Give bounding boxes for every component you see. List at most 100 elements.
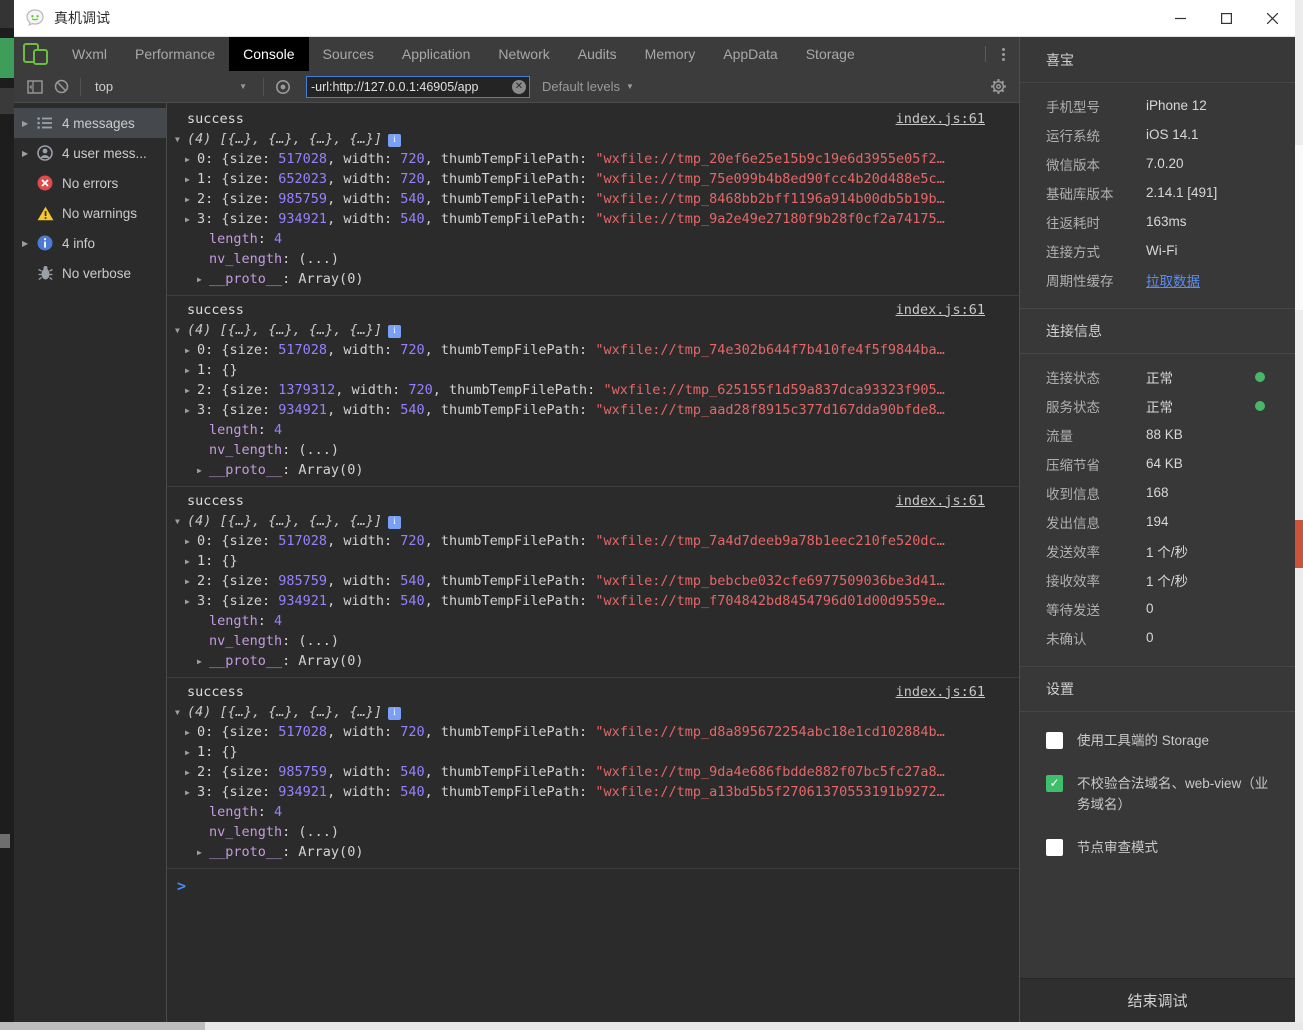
eye-icon[interactable] (270, 75, 296, 99)
getter-ellipsis[interactable]: (...) (298, 442, 339, 458)
console-token: "wxfile://tmp_bebcbe032cfe6977509036be3d… (595, 573, 945, 589)
info-value: 163ms (1146, 214, 1187, 229)
collapse-toggle-icon[interactable]: ▼ (175, 512, 187, 532)
minimize-button[interactable] (1157, 0, 1203, 36)
clear-console-icon[interactable] (48, 75, 74, 99)
expand-arrow-icon[interactable]: ▶ (197, 270, 209, 290)
settings-checkbox[interactable] (1046, 838, 1063, 856)
divider (985, 46, 986, 62)
clear-filter-icon[interactable]: ✕ (512, 79, 526, 94)
more-options-icon[interactable] (998, 44, 1009, 65)
dock-side-icon[interactable] (22, 75, 48, 99)
expand-arrow-icon[interactable]: ▶ (185, 763, 197, 783)
console-token: nv_length (209, 824, 283, 840)
tab-audits[interactable]: Audits (564, 37, 631, 71)
console-token: "wxfile://tmp_75e099b4b8ed90fcc4b20d488e… (595, 171, 945, 187)
getter-ellipsis[interactable]: (...) (298, 251, 339, 267)
console-token: 934921 (278, 402, 328, 418)
background-fragment (0, 834, 10, 848)
fetch-data-link[interactable]: 拉取数据 (1146, 270, 1200, 290)
expand-arrow-icon[interactable]: ▶ (185, 190, 197, 210)
console-token: 517028 (278, 724, 328, 740)
console-token: : (282, 251, 299, 267)
info-value: iPhone 12 (1146, 98, 1207, 113)
sidebar-filter-error[interactable]: No errors (14, 168, 166, 198)
console-group: success index.js:61 ▼ (4) [{…}, {…}, {…}, {… (167, 296, 1019, 487)
expand-arrow-icon[interactable]: ▶ (185, 723, 197, 743)
settings-gear-icon[interactable] (985, 75, 1011, 99)
status-dot-green (1255, 371, 1265, 382)
collapse-toggle-icon[interactable]: ▼ (175, 130, 187, 150)
console-log-area: success index.js:61 ▼ (4) [{…}, {…}, {…}, {… (167, 103, 1019, 1022)
info-row: 连接状态 正常 (1020, 362, 1295, 391)
expand-arrow-icon[interactable]: ▶ (185, 341, 197, 361)
console-token: 652023 (278, 171, 328, 187)
sidebar-filter-info[interactable]: ▶ 4 info (14, 228, 166, 258)
collapse-toggle-icon[interactable]: ▼ (175, 321, 187, 341)
expand-arrow-icon[interactable]: ▶ (185, 552, 197, 572)
expand-arrow-icon[interactable]: ▶ (185, 170, 197, 190)
context-selector[interactable]: top ▼ (87, 79, 257, 94)
divider (263, 77, 264, 96)
console-token: {size: (221, 573, 279, 589)
expand-arrow-icon[interactable]: ▶ (185, 572, 197, 592)
expand-arrow-icon[interactable]: ▶ (185, 361, 197, 381)
console-source-link[interactable]: index.js:61 (896, 111, 985, 127)
expand-arrow-icon[interactable]: ▶ (22, 239, 36, 248)
title-bar: 真机调试 (14, 0, 1295, 37)
sidebar-filter-warning[interactable]: No warnings (14, 198, 166, 228)
tab-memory[interactable]: Memory (631, 37, 710, 71)
expand-arrow-icon[interactable]: ▶ (185, 150, 197, 170)
tab-storage[interactable]: Storage (792, 37, 869, 71)
maximize-button[interactable] (1203, 0, 1249, 36)
expand-arrow-icon[interactable]: ▶ (185, 783, 197, 803)
array-item-row: ▶ 1: {} (167, 742, 1019, 762)
expand-arrow-icon[interactable]: ▶ (22, 119, 36, 128)
filter-input[interactable] (307, 79, 512, 94)
expand-arrow-icon[interactable]: ▶ (22, 149, 36, 158)
log-levels-dropdown[interactable]: Default levels ▼ (542, 79, 634, 94)
tab-console[interactable]: Console (229, 37, 309, 71)
sidebar-filter-list[interactable]: ▶ 4 messages (14, 108, 166, 138)
console-token: , width: (327, 784, 401, 800)
devtools-tab-bar: Wxml Performance Console Sources Application… (14, 37, 1019, 71)
expand-arrow-icon[interactable]: ▶ (197, 843, 209, 863)
console-source-link[interactable]: index.js:61 (896, 493, 985, 509)
close-button[interactable] (1249, 0, 1295, 36)
console-token: 4 (274, 804, 283, 820)
settings-checkbox[interactable]: ✓ (1046, 774, 1063, 792)
tab-sources[interactable]: Sources (309, 37, 388, 71)
end-debug-button[interactable]: 结束调试 (1020, 978, 1295, 1022)
tab-wxml[interactable]: Wxml (58, 37, 121, 71)
sidebar-filter-bug[interactable]: No verbose (14, 258, 166, 288)
expand-arrow-icon[interactable]: ▶ (185, 592, 197, 612)
array-length-row: length: 4 (167, 420, 1019, 440)
console-token: , thumbTempFilePath: (424, 724, 596, 740)
sidebar-filter-user[interactable]: ▶ 4 user mess... (14, 138, 166, 168)
expand-arrow-icon[interactable]: ▶ (185, 401, 197, 421)
console-token: {} (221, 362, 238, 378)
getter-ellipsis[interactable]: (...) (298, 633, 339, 649)
tab-application[interactable]: Application (388, 37, 485, 71)
console-token: 517028 (278, 533, 328, 549)
console-token: {size: (221, 211, 279, 227)
console-token: , width: (327, 724, 401, 740)
expand-arrow-icon[interactable]: ▶ (185, 743, 197, 763)
expand-arrow-icon[interactable]: ▶ (197, 461, 209, 481)
expand-arrow-icon[interactable]: ▶ (185, 532, 197, 552)
expand-arrow-icon[interactable]: ▶ (185, 210, 197, 230)
tab-network[interactable]: Network (484, 37, 563, 71)
console-token: Array(0) (298, 462, 364, 478)
console-prompt[interactable]: > (167, 877, 1019, 895)
tab-performance[interactable]: Performance (121, 37, 229, 71)
console-source-link[interactable]: index.js:61 (896, 684, 985, 700)
console-source-link[interactable]: index.js:61 (896, 302, 985, 318)
getter-ellipsis[interactable]: (...) (298, 824, 339, 840)
tab-appdata[interactable]: AppData (709, 37, 791, 71)
info-row: 运行系统 iOS 14.1 (1020, 120, 1295, 149)
settings-checkbox[interactable] (1046, 732, 1063, 749)
collapse-toggle-icon[interactable]: ▼ (175, 703, 187, 723)
expand-arrow-icon[interactable]: ▶ (185, 381, 197, 401)
expand-arrow-icon[interactable]: ▶ (197, 652, 209, 672)
array-item-row: ▶ 0: {size: 517028, width: 720, thumbTemp… (167, 340, 1019, 360)
